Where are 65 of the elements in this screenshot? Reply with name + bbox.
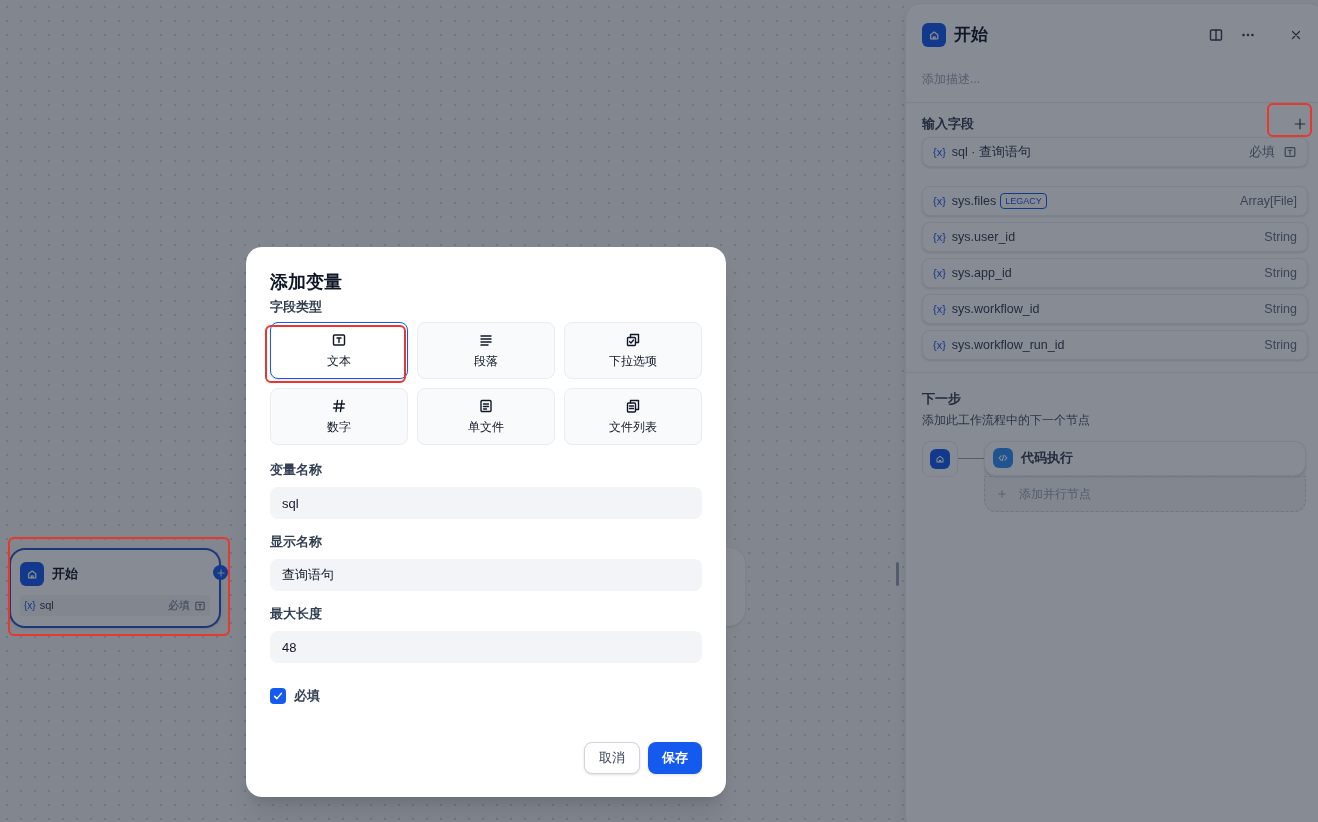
field-label: 最大长度	[270, 605, 323, 623]
field-type: String	[1264, 264, 1297, 282]
variable-label: {x}	[933, 144, 946, 160]
field-name: sql · 查询语句	[951, 143, 1031, 161]
code-icon	[993, 448, 1013, 468]
field-label: 显示名称	[270, 533, 323, 551]
variable-label: {x}	[933, 193, 946, 209]
field-type-option[interactable]: 下拉选项	[564, 322, 702, 379]
home-icon	[930, 448, 950, 469]
node-label: 代码执行	[1021, 449, 1073, 467]
start-node[interactable]: 开始 {x} sql 必填	[9, 548, 221, 628]
document-icon	[478, 397, 494, 414]
required-label: 必填	[1249, 143, 1275, 161]
plus-icon	[1293, 117, 1307, 131]
field-type-option[interactable]: 文本	[270, 322, 408, 379]
home-icon	[20, 562, 44, 586]
field-name: sys.user_id	[951, 228, 1016, 246]
save-button[interactable]: 保存	[648, 741, 702, 774]
text-field-icon	[1283, 145, 1297, 159]
field-name: sql	[39, 598, 55, 614]
input-field[interactable]: sql	[270, 487, 702, 519]
dialog-title: 添加变量	[270, 271, 343, 294]
field-type: String	[1264, 228, 1297, 246]
input-field[interactable]: 查询语句	[270, 559, 702, 591]
field-label: 变量名称	[270, 461, 323, 479]
resize-handle[interactable]	[896, 562, 899, 586]
field-label: 字段类型	[270, 298, 323, 316]
field-name: sys.workflow_id	[951, 300, 1040, 318]
variable-label: {x}	[933, 265, 946, 281]
field-name: sys.app_id	[951, 264, 1012, 282]
home-icon	[922, 23, 946, 47]
checkbox[interactable]	[270, 687, 286, 704]
section-hint: 添加此工作流程中的下一个节点	[922, 411, 1091, 429]
variable-label: {x}	[933, 229, 946, 245]
close-icon	[1289, 28, 1303, 42]
next-node[interactable]: 代码执行	[984, 440, 1306, 476]
field-type: Array[File]	[1240, 192, 1297, 210]
section-title: 输入字段	[922, 115, 974, 134]
cancel-button[interactable]: 取消	[584, 741, 640, 774]
text-icon	[331, 331, 347, 348]
field-type: String	[1264, 300, 1297, 318]
field-type-option[interactable]: 单文件	[417, 388, 555, 445]
text-field-icon	[194, 599, 206, 612]
legacy-badge: LEGACY	[1000, 193, 1047, 209]
hash-icon	[331, 397, 347, 414]
node-title: 开始	[52, 565, 78, 584]
field-type-option[interactable]: 文件列表	[564, 388, 702, 445]
field-name: sys.files	[951, 192, 997, 210]
variable-label: {x}	[24, 599, 36, 613]
section-title: 下一步	[922, 390, 962, 408]
field-type-option[interactable]: 数字	[270, 388, 408, 445]
field-type-option[interactable]: 段落	[417, 322, 555, 379]
field-type: String	[1264, 336, 1297, 354]
book-icon	[1208, 27, 1224, 43]
variable-label: {x}	[933, 337, 946, 353]
field-name: sys.workflow_run_id	[951, 336, 1065, 354]
documents-icon	[625, 397, 641, 414]
plus-icon	[997, 488, 1007, 499]
variable-label: {x}	[933, 301, 946, 317]
checkbox-label: 必填	[294, 687, 320, 705]
plus-icon	[215, 567, 226, 578]
checkbox-copy-icon	[625, 331, 641, 348]
input-field[interactable]: 48	[270, 631, 702, 663]
panel-title: 开始	[954, 24, 989, 47]
required-label: 必填	[168, 598, 190, 614]
